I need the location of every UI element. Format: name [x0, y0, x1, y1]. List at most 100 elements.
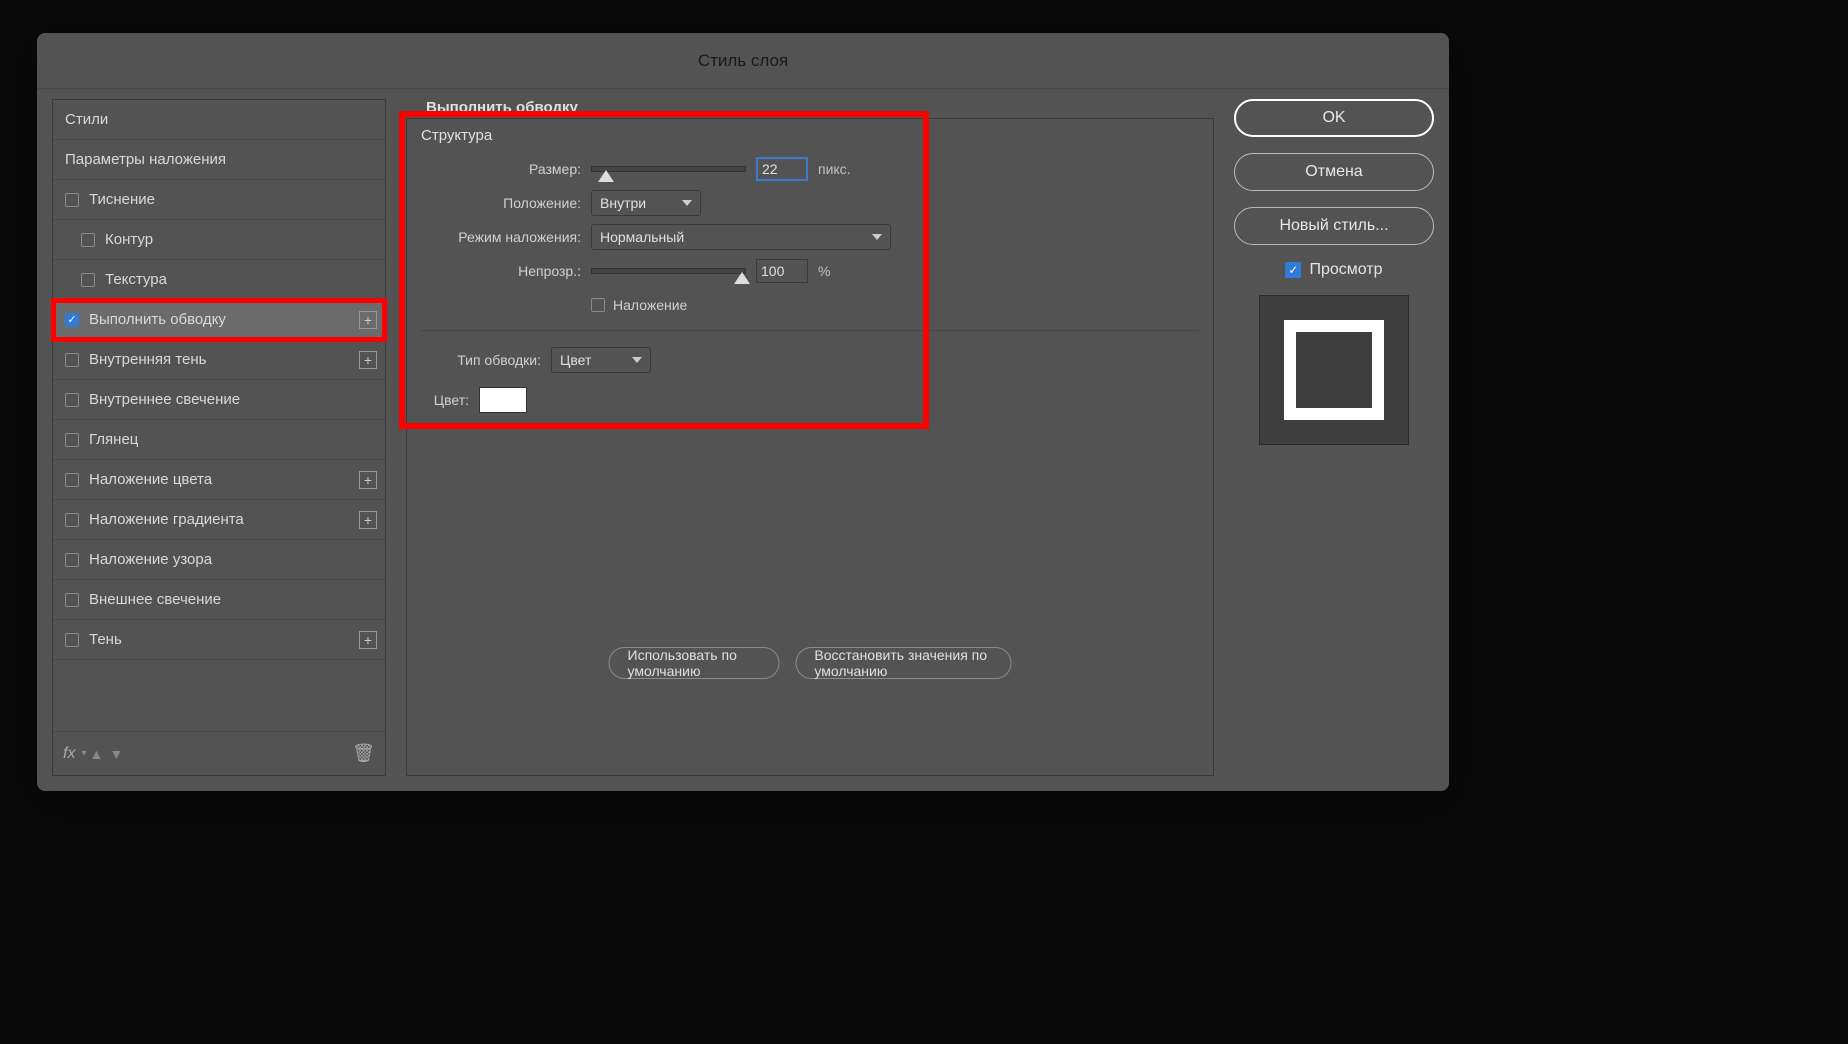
- fill-type-row: Тип обводки: Цвет: [421, 343, 1199, 377]
- sidebar-item-label: Внутренняя тень: [89, 351, 206, 368]
- opacity-row: Непрозр.: %: [421, 254, 1199, 288]
- divider: [421, 330, 1199, 331]
- sidebar-header-styles[interactable]: Стили: [53, 100, 385, 140]
- checkbox-icon[interactable]: ✓: [1285, 262, 1301, 278]
- blend-row: Режим наложения: Нормальный: [421, 220, 1199, 254]
- size-row: Размер: пикс.: [421, 152, 1199, 186]
- size-input[interactable]: [756, 157, 808, 181]
- styles-sidebar: Стили Параметры наложения Тиснение Конту…: [52, 99, 386, 776]
- sidebar-item-label: Тиснение: [89, 191, 155, 208]
- ok-button[interactable]: OK: [1234, 99, 1434, 137]
- preview-checkbox-row[interactable]: ✓ Просмотр: [1234, 261, 1434, 279]
- checkbox-icon[interactable]: [81, 233, 95, 247]
- blend-label: Режим наложения:: [421, 229, 581, 245]
- checkbox-icon[interactable]: [65, 473, 79, 487]
- color-swatch[interactable]: [479, 387, 527, 413]
- sidebar-item-drop-shadow[interactable]: Тень +: [53, 620, 385, 660]
- blend-mode-select[interactable]: Нормальный: [591, 224, 891, 250]
- cancel-label: Отмена: [1305, 163, 1362, 181]
- add-effect-icon[interactable]: +: [359, 511, 377, 529]
- panel-title: Выполнить обводку: [406, 99, 1214, 116]
- sidebar-item-pattern-overlay[interactable]: Наложение узора: [53, 540, 385, 580]
- color-row: Цвет:: [421, 383, 1199, 417]
- trash-icon[interactable]: 🗑: [352, 743, 375, 764]
- preview-label: Просмотр: [1309, 261, 1382, 279]
- checkbox-icon[interactable]: [65, 393, 79, 407]
- checkbox-icon[interactable]: [65, 193, 79, 207]
- sidebar-header-blend[interactable]: Параметры наложения: [53, 140, 385, 180]
- checkbox-icon[interactable]: [81, 273, 95, 287]
- opacity-slider[interactable]: [591, 268, 746, 274]
- opacity-label: Непрозр.:: [421, 263, 581, 279]
- sidebar-item-color-overlay[interactable]: Наложение цвета +: [53, 460, 385, 500]
- sidebar-item-label: Выполнить обводку: [89, 311, 226, 328]
- main-column: Выполнить обводку Структура Размер: пикс…: [406, 99, 1214, 776]
- fill-type-select[interactable]: Цвет: [551, 347, 651, 373]
- overprint-row: Наложение: [421, 288, 1199, 322]
- overprint-checkbox-row[interactable]: Наложение: [591, 297, 687, 313]
- stroke-panel: Структура Размер: пикс. Положение: Внутр…: [406, 118, 1214, 776]
- sidebar-item-gradient-overlay[interactable]: Наложение градиента +: [53, 500, 385, 540]
- fill-type-label: Тип обводки:: [421, 352, 541, 368]
- sidebar-item-label: Контур: [105, 231, 153, 248]
- add-effect-icon[interactable]: +: [359, 311, 377, 329]
- chevron-down-icon[interactable]: ▾: [81, 748, 86, 759]
- preview-thumbnail: [1259, 295, 1409, 445]
- chevron-down-icon: [632, 357, 642, 363]
- dialog-title: Стиль слоя: [37, 33, 1449, 89]
- right-column: OK Отмена Новый стиль... ✓ Просмотр: [1234, 99, 1434, 776]
- new-style-button[interactable]: Новый стиль...: [1234, 207, 1434, 245]
- checkbox-icon[interactable]: [65, 513, 79, 527]
- sidebar-item-inner-shadow[interactable]: Внутренняя тень +: [53, 340, 385, 380]
- sidebar-item-label: Внешнее свечение: [89, 591, 221, 608]
- sidebar-item-satin[interactable]: Глянец: [53, 420, 385, 460]
- sidebar-item-inner-glow[interactable]: Внутреннее свечение: [53, 380, 385, 420]
- sidebar-item-contour[interactable]: Контур: [53, 220, 385, 260]
- color-label: Цвет:: [421, 392, 469, 408]
- size-slider[interactable]: [591, 166, 746, 172]
- position-label: Положение:: [421, 195, 581, 211]
- structure-legend: Структура: [421, 127, 1199, 144]
- sidebar-item-label: Внутреннее свечение: [89, 391, 240, 408]
- add-effect-icon[interactable]: +: [359, 351, 377, 369]
- make-default-button[interactable]: Использовать по умолчанию: [609, 647, 780, 679]
- checkbox-icon[interactable]: [65, 633, 79, 647]
- sidebar-item-label: Наложение градиента: [89, 511, 244, 528]
- fill-type-value: Цвет: [560, 352, 591, 368]
- size-label: Размер:: [421, 161, 581, 177]
- opacity-input[interactable]: [756, 259, 808, 283]
- dialog-body: Стили Параметры наложения Тиснение Конту…: [37, 89, 1449, 791]
- checkbox-icon[interactable]: [65, 553, 79, 567]
- sidebar-header-styles-label: Стили: [65, 111, 108, 128]
- checkbox-icon[interactable]: ✓: [65, 313, 79, 327]
- chevron-down-icon: [872, 234, 882, 240]
- position-row: Положение: Внутри: [421, 186, 1199, 220]
- preview-stroke-icon: [1284, 320, 1384, 420]
- add-effect-icon[interactable]: +: [359, 471, 377, 489]
- fx-menu-icon[interactable]: fx: [63, 745, 75, 763]
- reset-default-button[interactable]: Восстановить значения по умолчанию: [795, 647, 1011, 679]
- structure-fieldset: Структура Размер: пикс. Положение: Внутр…: [407, 119, 1213, 431]
- checkbox-icon[interactable]: [65, 593, 79, 607]
- move-up-icon[interactable]: ▲: [89, 746, 103, 762]
- ok-label: OK: [1322, 109, 1345, 127]
- checkbox-icon[interactable]: [65, 433, 79, 447]
- sidebar-item-label: Глянец: [89, 431, 138, 448]
- sidebar-item-label: Тень: [89, 631, 122, 648]
- sidebar-item-label: Наложение узора: [89, 551, 212, 568]
- position-value: Внутри: [600, 195, 646, 211]
- slider-thumb-icon[interactable]: [734, 272, 750, 284]
- position-select[interactable]: Внутри: [591, 190, 701, 216]
- sidebar-item-texture[interactable]: Текстура: [53, 260, 385, 300]
- checkbox-icon[interactable]: [591, 298, 605, 312]
- sidebar-item-outer-glow[interactable]: Внешнее свечение: [53, 580, 385, 620]
- move-down-icon[interactable]: ▼: [109, 746, 123, 762]
- new-style-label: Новый стиль...: [1279, 217, 1388, 235]
- sidebar-item-label: Текстура: [105, 271, 167, 288]
- sidebar-item-stroke[interactable]: ✓ Выполнить обводку +: [53, 300, 385, 340]
- sidebar-item-bevel[interactable]: Тиснение: [53, 180, 385, 220]
- slider-thumb-icon[interactable]: [598, 170, 614, 182]
- cancel-button[interactable]: Отмена: [1234, 153, 1434, 191]
- add-effect-icon[interactable]: +: [359, 631, 377, 649]
- checkbox-icon[interactable]: [65, 353, 79, 367]
